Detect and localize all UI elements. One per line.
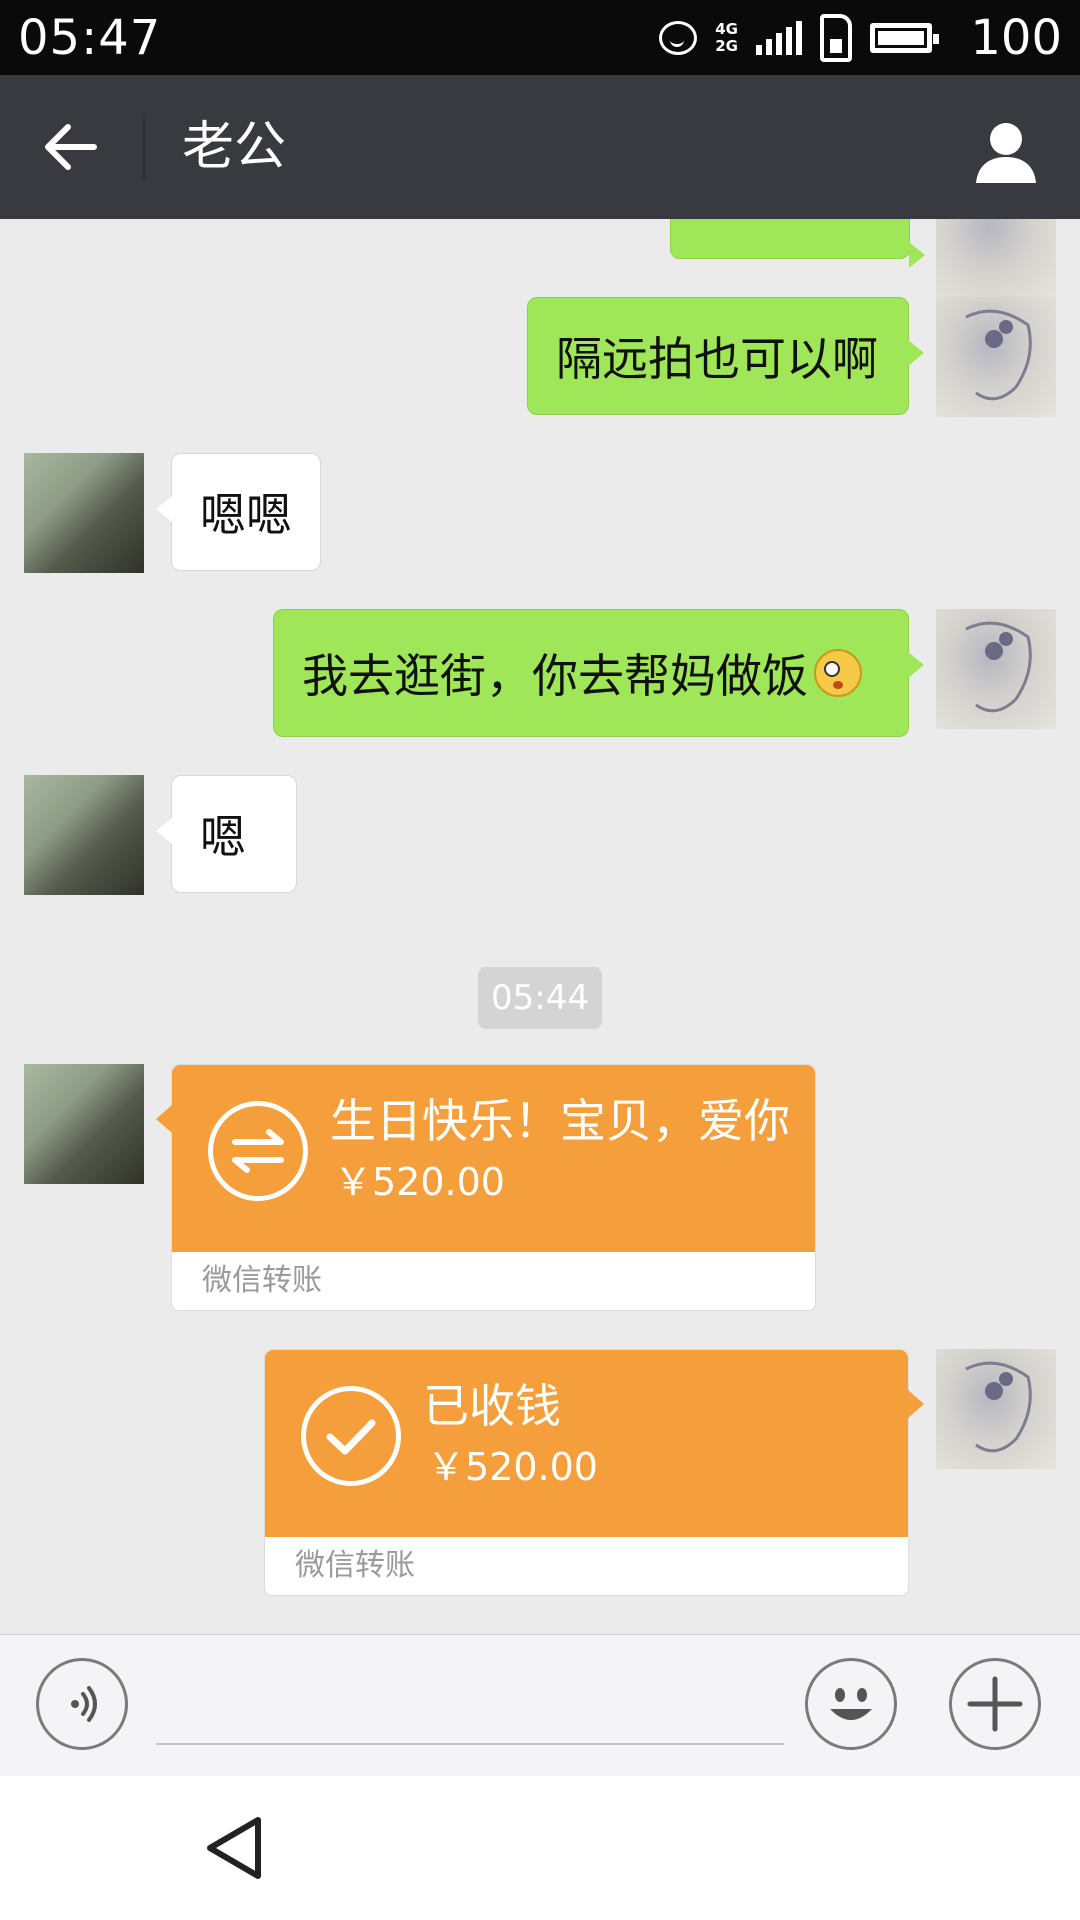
message-text: 嗯嗯	[200, 488, 292, 542]
message-text: 我去逛街，你去帮妈做饭	[302, 649, 808, 703]
message-timestamp: 05:44	[478, 967, 602, 1029]
voice-icon	[71, 1686, 97, 1722]
transfer-amount: ￥520.00	[427, 1445, 598, 1489]
avatar-contact[interactable]	[24, 453, 144, 573]
input-bar	[0, 1634, 1080, 1777]
message-text: 嗯	[200, 810, 246, 864]
message-bubble-received[interactable]: 嗯嗯	[156, 453, 321, 571]
rolling-eyes-emoji-icon	[814, 649, 862, 697]
plus-icon	[967, 1676, 1023, 1732]
transfer-message: 已收钱	[423, 1379, 561, 1433]
transfer-message: 生日快乐！宝贝，爱你	[330, 1094, 790, 1148]
avatar-contact[interactable]	[24, 1064, 144, 1184]
network-2g-label: 2G	[715, 37, 738, 55]
avatar-me[interactable]	[936, 609, 1056, 729]
notification-icon	[659, 21, 698, 55]
status-time: 05:47	[18, 10, 162, 66]
transfer-card-body: 生日快乐！宝贝，爱你 ￥520.00	[156, 1065, 815, 1252]
signal-icon	[756, 21, 802, 55]
chat-title: 老公	[182, 117, 287, 177]
battery-level: 100	[970, 10, 1062, 66]
message-list[interactable]: 隔远拍也可以啊 嗯嗯 我去逛街，你去帮妈做饭 嗯 05:44 生日快乐！宝贝，爱…	[0, 219, 1080, 1634]
network-indicator: 4G 2G	[715, 21, 738, 55]
transfer-footer: 微信转账	[295, 1548, 415, 1583]
transfer-card-body: 已收钱 ￥520.00	[265, 1350, 924, 1537]
message-bubble-received[interactable]: 嗯	[156, 775, 297, 893]
sim-icon	[820, 14, 852, 62]
back-button[interactable]	[36, 111, 108, 183]
message-text: 隔远拍也可以啊	[556, 332, 878, 386]
profile-button[interactable]	[970, 115, 1042, 187]
avatar-me[interactable]	[936, 297, 1056, 417]
voice-button[interactable]	[36, 1658, 128, 1750]
triangle-back-icon	[207, 1817, 261, 1879]
transfer-arrows-icon	[208, 1101, 308, 1201]
checkmark-icon	[301, 1386, 401, 1486]
message-bubble-partial[interactable]	[670, 219, 925, 268]
transfer-amount: ￥520.00	[334, 1160, 505, 1204]
arrow-left-icon	[45, 124, 97, 170]
status-bar: 05:47 4G 2G 100	[0, 0, 1080, 75]
message-bubble-sent[interactable]: 我去逛街，你去帮妈做饭	[273, 609, 924, 737]
transfer-card-received[interactable]: 生日快乐！宝贝，爱你 ￥520.00 微信转账	[156, 1064, 816, 1311]
avatar-me[interactable]	[936, 219, 1056, 299]
system-nav-bar	[0, 1776, 1080, 1920]
smiley-icon	[830, 1688, 872, 1720]
message-input[interactable]	[156, 1665, 784, 1745]
avatar-me[interactable]	[936, 1349, 1056, 1469]
person-icon	[976, 123, 1036, 183]
chat-header: 老公	[0, 75, 1080, 219]
emoji-button[interactable]	[805, 1658, 897, 1750]
transfer-card-confirmed[interactable]: 已收钱 ￥520.00 微信转账	[264, 1349, 924, 1596]
plus-button[interactable]	[949, 1658, 1041, 1750]
battery-icon	[870, 23, 939, 53]
header-divider	[143, 113, 145, 181]
nav-back-button[interactable]	[200, 1812, 272, 1884]
network-4g-label: 4G	[715, 20, 738, 38]
transfer-footer: 微信转账	[202, 1263, 322, 1298]
avatar-contact[interactable]	[24, 775, 144, 895]
status-icons: 4G 2G	[659, 10, 939, 66]
message-bubble-sent[interactable]: 隔远拍也可以啊	[527, 297, 924, 415]
